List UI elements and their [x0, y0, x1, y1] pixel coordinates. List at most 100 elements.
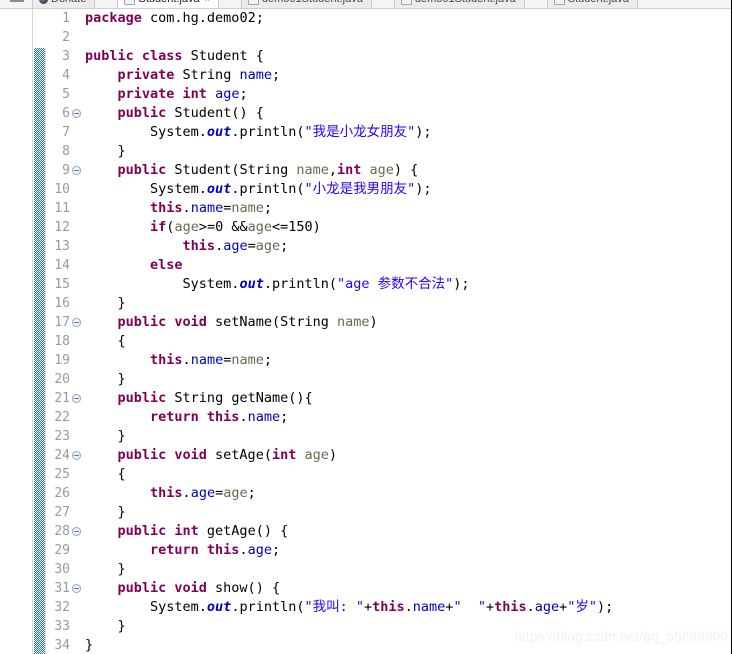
line-number: 8 [62, 144, 70, 159]
code-token-pln: . [215, 238, 224, 254]
code-line[interactable]: 13 this.age=age; [48, 237, 731, 256]
code-line[interactable]: 1 package com.hg.demo02; [48, 9, 731, 28]
code-token-fld: name [190, 200, 224, 216]
code-line[interactable]: 25 { [48, 465, 731, 484]
code-token-prm: name [336, 314, 370, 330]
line-number: 7 [62, 125, 70, 140]
line-number: 18 [54, 334, 70, 349]
editor-tab[interactable]: Student.java [546, 0, 638, 8]
code-line[interactable]: 31 public void show() { [48, 579, 731, 598]
line-number: 29 [54, 543, 70, 558]
code-text: if(age>=0 &&age<=150) [85, 218, 321, 237]
code-token-str: "小龙是我男朋友" [304, 181, 416, 197]
code-token-pln: .println( [263, 276, 337, 292]
fold-collapse-icon[interactable] [72, 394, 81, 403]
code-line[interactable]: 19 this.name=name; [48, 351, 731, 370]
editor-tab[interactable]: demo01Student.java [393, 0, 525, 8]
code-token-pln: + [363, 599, 373, 615]
code-text: System.out.println("我是小龙女朋友"); [85, 123, 432, 142]
code-line[interactable]: 8 } [48, 142, 731, 161]
code-line[interactable]: 4 private String name; [48, 66, 731, 85]
fold-collapse-icon[interactable] [72, 527, 81, 536]
change-ruler-bar[interactable] [34, 48, 45, 654]
code-token-pln [85, 447, 118, 463]
editor-tab[interactable]: Donate [32, 0, 96, 8]
code-text: } [85, 560, 126, 579]
code-token-pln: ) [328, 447, 338, 463]
line-number: 16 [54, 296, 70, 311]
code-token-str: "岁" [567, 599, 598, 615]
code-line[interactable]: 20 } [48, 370, 731, 389]
code-token-pln: show() { [206, 580, 281, 596]
code-token-pln: ; [263, 352, 272, 368]
close-icon[interactable]: × [205, 0, 210, 4]
fold-collapse-icon[interactable] [72, 584, 81, 593]
code-line[interactable]: 17 public void setName(String name) [48, 313, 731, 332]
code-text: } [85, 142, 126, 161]
code-text: { [85, 332, 126, 351]
code-token-kw: private [117, 67, 175, 83]
code-token-pln [85, 238, 183, 254]
code-line[interactable]: 15 System.out.println("age 参数不合法"); [48, 275, 731, 294]
editor-tab-label: demo01Student.java [415, 0, 516, 5]
code-line[interactable]: 22 return this.name; [48, 408, 731, 427]
code-line[interactable]: 23 } [48, 427, 731, 446]
menu-dash-icon[interactable] [10, 0, 24, 2]
code-token-kw: public [117, 105, 167, 121]
code-line[interactable]: 11 this.name=name; [48, 199, 731, 218]
fold-collapse-icon[interactable] [72, 451, 81, 460]
code-token-pln [85, 485, 150, 501]
code-token-fld: name [412, 599, 446, 615]
code-token-pln: } [85, 637, 94, 653]
code-text: } [85, 503, 126, 522]
code-line[interactable]: 27 } [48, 503, 731, 522]
code-token-pln: ); [415, 124, 432, 140]
code-token-stat: out [206, 124, 232, 140]
code-text: public void show() { [85, 579, 281, 598]
code-token-kw: this [372, 599, 405, 615]
code-line[interactable]: 30 } [48, 560, 731, 579]
code-token-pln: com.hg.demo02; [141, 10, 264, 26]
code-line[interactable]: 10 System.out.println("小龙是我男朋友"); [48, 180, 731, 199]
editor-tab[interactable]: demo01Student.java [240, 0, 372, 8]
code-line[interactable]: 14 else [48, 256, 731, 275]
code-line[interactable]: 9 public Student(String name,int age) { [48, 161, 731, 180]
code-text: else [85, 256, 183, 275]
code-line[interactable]: 7 System.out.println("我是小龙女朋友"); [48, 123, 731, 142]
code-token-kw: int [337, 162, 362, 178]
code-line[interactable]: 18 { [48, 332, 731, 351]
fold-collapse-icon[interactable] [72, 318, 81, 327]
code-token-prm: age [369, 162, 394, 178]
code-line[interactable]: 6 public Student() { [48, 104, 731, 123]
code-line[interactable]: 3 public class Student { [48, 47, 731, 66]
code-line[interactable]: 28 public int getAge() { [48, 522, 731, 541]
code-token-pln: } [85, 504, 126, 520]
line-number: 33 [54, 619, 70, 634]
code-token-pln: . [239, 409, 248, 425]
code-line[interactable]: 32 System.out.println("我叫: "+this.name+"… [48, 598, 731, 617]
code-line[interactable]: 12 if(age>=0 &&age<=150) [48, 218, 731, 237]
code-token-prm: name [296, 162, 329, 178]
code-token-pln: ) [369, 314, 378, 330]
code-line[interactable]: 24 public void setAge(int age) [48, 446, 731, 465]
code-lines[interactable]: 1 package com.hg.demo02; 2 3 public class St… [48, 9, 731, 654]
fold-collapse-icon[interactable] [72, 166, 81, 175]
code-line[interactable]: 26 this.age=age; [48, 484, 731, 503]
fold-collapse-icon[interactable] [72, 109, 81, 118]
code-text: } [85, 370, 126, 389]
code-token-prm: age [304, 447, 329, 463]
code-line[interactable]: 16 } [48, 294, 731, 313]
code-line[interactable]: 2 [48, 28, 731, 47]
code-line[interactable]: 5 private int age; [48, 85, 731, 104]
editor-tab-label: Student.java [138, 0, 199, 5]
code-token-pln [85, 523, 118, 539]
code-line[interactable]: 29 return this.age; [48, 541, 731, 560]
code-line[interactable]: 21 public String getName(){ [48, 389, 731, 408]
editor-tab-label: Donate [51, 0, 86, 5]
source-editor[interactable]: 1 package com.hg.demo02; 2 3 public class St… [0, 9, 731, 654]
code-token-pln [85, 580, 118, 596]
code-token-kw: public void [117, 314, 207, 330]
code-token-kw: public int [117, 523, 199, 539]
line-number: 31 [54, 581, 70, 596]
editor-tab[interactable]: Student.java × [117, 0, 219, 8]
